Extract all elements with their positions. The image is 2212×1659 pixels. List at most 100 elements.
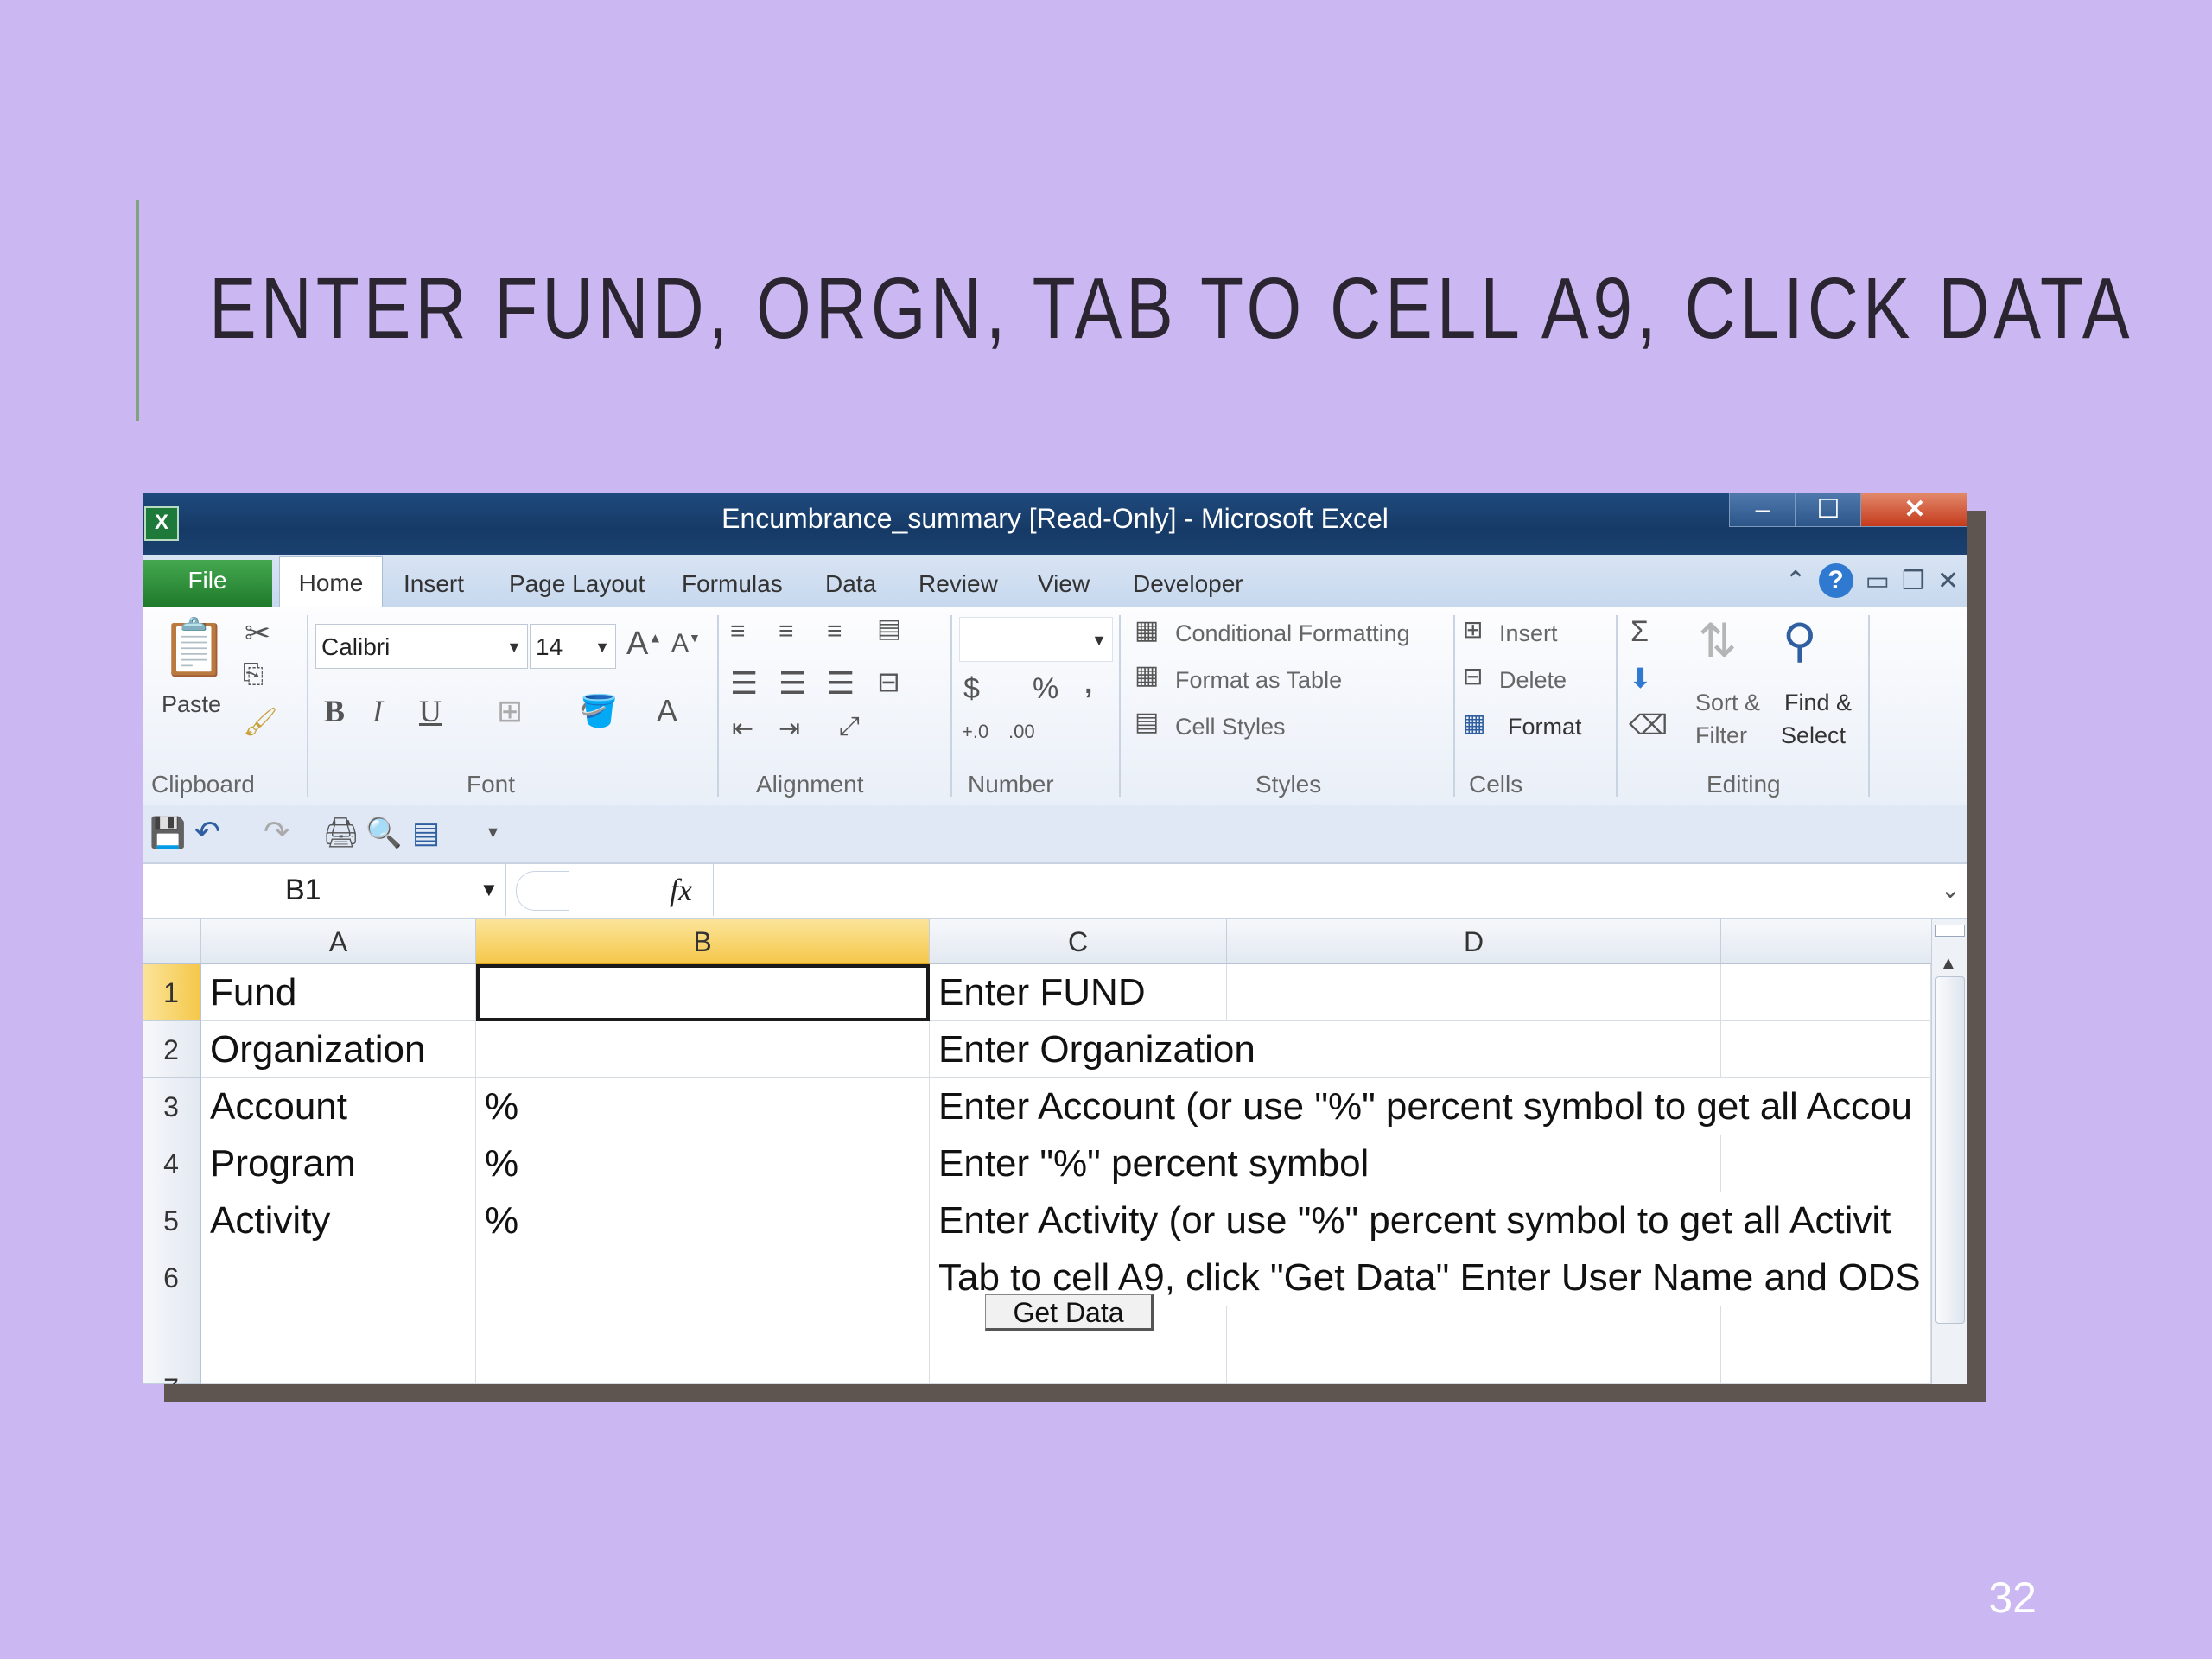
underline-button[interactable]: U bbox=[419, 693, 442, 729]
column-header-e[interactable] bbox=[1721, 919, 1931, 964]
merge-center-icon[interactable]: ⊟ bbox=[877, 665, 900, 698]
ribbon-collapse-icon[interactable]: ⌃ bbox=[1784, 566, 1806, 596]
save-icon[interactable]: 💾 bbox=[149, 816, 186, 850]
workbook-close-icon[interactable]: ✕ bbox=[1937, 566, 1959, 596]
row-header-1[interactable]: 1 bbox=[143, 964, 201, 1021]
cell-b7[interactable] bbox=[476, 1306, 930, 1384]
column-header-c[interactable]: C bbox=[930, 919, 1227, 964]
row-header-5[interactable]: 5 bbox=[143, 1192, 201, 1249]
sort-filter-label-2[interactable]: Filter bbox=[1695, 722, 1747, 749]
grow-font-icon[interactable]: A▲ bbox=[626, 626, 662, 663]
cell-a7[interactable] bbox=[201, 1306, 476, 1384]
split-box[interactable] bbox=[1936, 925, 1965, 937]
clear-icon[interactable]: ⌫ bbox=[1629, 709, 1668, 741]
autosum-icon[interactable]: Σ bbox=[1630, 615, 1649, 649]
increase-decimal-icon[interactable]: +.0 bbox=[962, 721, 988, 743]
conditional-formatting-icon[interactable]: ▦ bbox=[1135, 615, 1159, 645]
percent-button[interactable]: % bbox=[1033, 672, 1058, 706]
tab-view[interactable]: View bbox=[1038, 563, 1090, 607]
find-select-label-2[interactable]: Select bbox=[1781, 722, 1846, 749]
decrease-indent-icon[interactable]: ⇤ bbox=[732, 714, 753, 744]
cell-b6[interactable] bbox=[476, 1249, 930, 1306]
row-header-7[interactable]: 7 bbox=[143, 1306, 201, 1384]
cell-c2[interactable]: Enter Organization bbox=[930, 1021, 1721, 1078]
fill-icon[interactable]: ⬇ bbox=[1629, 662, 1652, 695]
help-icon[interactable]: ? bbox=[1818, 563, 1853, 598]
format-cells-button[interactable]: Format bbox=[1508, 714, 1582, 741]
conditional-formatting-button[interactable]: Conditional Formatting bbox=[1175, 620, 1410, 647]
format-cells-icon[interactable]: ▦ bbox=[1463, 709, 1485, 737]
tab-data[interactable]: Data bbox=[825, 563, 876, 607]
align-top-icon[interactable]: ≡ bbox=[730, 617, 746, 646]
cell-c4[interactable]: Enter "%" percent symbol bbox=[930, 1135, 1721, 1192]
cell-e4[interactable] bbox=[1721, 1135, 1931, 1192]
sort-filter-label-1[interactable]: Sort & bbox=[1695, 690, 1760, 716]
cell-e7[interactable] bbox=[1721, 1306, 1931, 1384]
format-as-table-icon[interactable]: ▦ bbox=[1135, 660, 1159, 690]
cell-b2[interactable] bbox=[476, 1021, 930, 1078]
scroll-thumb[interactable] bbox=[1936, 976, 1965, 1324]
redo-icon[interactable]: ↷ bbox=[264, 814, 289, 850]
comma-button[interactable]: , bbox=[1084, 667, 1092, 701]
cell-a6[interactable] bbox=[201, 1249, 476, 1306]
align-right-icon[interactable]: ☰ bbox=[827, 665, 855, 702]
wrap-text-icon[interactable]: ▤ bbox=[877, 613, 901, 644]
formula-input[interactable] bbox=[713, 864, 1924, 916]
cut-icon[interactable]: ✂ bbox=[245, 615, 270, 652]
align-left-icon[interactable]: ☰ bbox=[730, 665, 758, 702]
find-select-label-1[interactable]: Find & bbox=[1784, 690, 1852, 716]
cell-d7[interactable] bbox=[1227, 1306, 1721, 1384]
format-painter-icon[interactable]: 🖌 bbox=[243, 705, 278, 738]
format-as-table-button[interactable]: Format as Table bbox=[1175, 667, 1342, 694]
cell-b1-active[interactable] bbox=[476, 964, 930, 1021]
increase-indent-icon[interactable]: ⇥ bbox=[779, 714, 800, 744]
align-middle-icon[interactable]: ≡ bbox=[779, 617, 794, 646]
cell-d1[interactable] bbox=[1227, 964, 1721, 1021]
undo-icon[interactable]: ↶ bbox=[194, 814, 220, 850]
currency-button[interactable]: $ bbox=[963, 672, 980, 706]
select-all-corner[interactable] bbox=[143, 919, 201, 964]
cell-styles-button[interactable]: Cell Styles bbox=[1175, 714, 1286, 741]
paste-icon[interactable]: 📋 bbox=[160, 615, 229, 680]
insert-cells-icon[interactable]: ⊞ bbox=[1463, 615, 1483, 644]
cell-c5[interactable]: Enter Activity (or use "%" percent symbo… bbox=[930, 1192, 1931, 1249]
tab-file[interactable]: File bbox=[143, 560, 272, 607]
column-header-d[interactable]: D bbox=[1227, 919, 1721, 964]
minimize-button[interactable]: – bbox=[1729, 493, 1796, 527]
insert-function-icon[interactable]: fx bbox=[670, 864, 692, 916]
cell-a4[interactable]: Program bbox=[201, 1135, 476, 1192]
row-header-3[interactable]: 3 bbox=[143, 1078, 201, 1135]
close-button[interactable]: ✕ bbox=[1860, 493, 1967, 527]
tab-review[interactable]: Review bbox=[918, 563, 998, 607]
name-box[interactable]: B1 ▼ bbox=[143, 864, 506, 916]
tab-insert[interactable]: Insert bbox=[404, 563, 464, 607]
paste-label[interactable]: Paste bbox=[162, 691, 221, 718]
row-header-4[interactable]: 4 bbox=[143, 1135, 201, 1192]
font-size-combo[interactable]: 14 ▼ bbox=[530, 624, 616, 669]
font-name-combo[interactable]: Calibri ▼ bbox=[315, 624, 528, 669]
orientation-icon[interactable]: ⤢ bbox=[839, 712, 860, 741]
print-icon[interactable]: 🖨 bbox=[322, 816, 359, 850]
maximize-button[interactable]: ☐ bbox=[1795, 493, 1862, 527]
toolbar-options-icon[interactable]: ▤ bbox=[412, 816, 440, 850]
row-header-2[interactable]: 2 bbox=[143, 1021, 201, 1078]
column-header-a[interactable]: A bbox=[201, 919, 476, 964]
shrink-font-icon[interactable]: A▼ bbox=[671, 629, 701, 658]
customize-qat-icon[interactable]: ▾ bbox=[488, 821, 498, 843]
font-color-icon[interactable]: A bbox=[657, 693, 677, 729]
cell-e1[interactable] bbox=[1721, 964, 1931, 1021]
delete-cells-button[interactable]: Delete bbox=[1499, 667, 1567, 694]
workbook-restore-icon[interactable]: ❐ bbox=[1902, 566, 1925, 596]
sort-filter-icon[interactable]: ⇅ bbox=[1698, 613, 1737, 668]
get-data-button[interactable]: Get Data bbox=[985, 1294, 1154, 1331]
decrease-decimal-icon[interactable]: .00 bbox=[1008, 721, 1035, 743]
binoculars-icon[interactable]: ⚲ bbox=[1783, 613, 1817, 668]
italic-button[interactable]: I bbox=[372, 693, 383, 729]
row-header-6[interactable]: 6 bbox=[143, 1249, 201, 1306]
copy-icon[interactable]: ⎘ bbox=[243, 660, 264, 690]
cell-b3[interactable]: % bbox=[476, 1078, 930, 1135]
bold-button[interactable]: B bbox=[324, 693, 345, 729]
tab-developer[interactable]: Developer bbox=[1133, 563, 1243, 607]
tab-home[interactable]: Home bbox=[279, 556, 383, 607]
align-center-icon[interactable]: ☰ bbox=[779, 665, 806, 702]
